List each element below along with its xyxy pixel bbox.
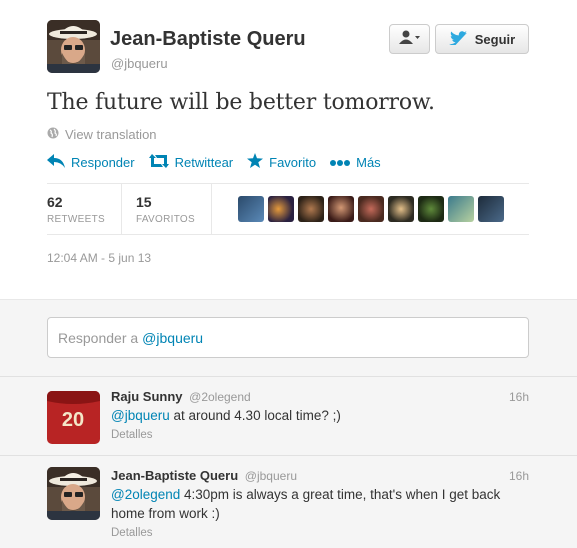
details-link[interactable]: Detalles bbox=[111, 527, 153, 539]
reply-item[interactable]: 20 Raju Sunny @2olegend 16h @jbqueru at … bbox=[0, 376, 577, 455]
reply-author[interactable]: Jean-Baptiste Queru @jbqueru bbox=[111, 468, 297, 483]
user-icon bbox=[398, 30, 421, 49]
tweet-actions: Responder Retwittear Favorito Más bbox=[47, 153, 395, 171]
avatar[interactable]: 20 bbox=[47, 391, 100, 444]
retweet-label: Retwittear bbox=[174, 154, 234, 170]
divider bbox=[47, 234, 529, 235]
reply-icon bbox=[47, 153, 65, 171]
favorite-label: Favorito bbox=[269, 154, 317, 170]
reply-text: @2olegend 4:30pm is always a great time,… bbox=[111, 485, 531, 523]
follow-label: Seguir bbox=[474, 31, 516, 47]
tweet-text: The future will be better tomorrow. bbox=[47, 90, 435, 115]
favorites-count: 15 bbox=[135, 193, 152, 210]
follow-button[interactable]: Seguir bbox=[435, 24, 529, 54]
reply-button[interactable]: Responder bbox=[47, 153, 135, 171]
reply-author-fullname: Jean-Baptiste Queru bbox=[111, 468, 239, 483]
reply-item[interactable]: Jean-Baptiste Queru @jbqueru 16h @2olege… bbox=[0, 455, 577, 548]
favoriter-avatar[interactable] bbox=[417, 196, 444, 222]
jersey-number: 20 bbox=[62, 409, 84, 431]
star-icon bbox=[247, 153, 264, 171]
tweet-stats: 62 RETWEETS 15 FAVORITOS bbox=[47, 184, 529, 234]
reply-time[interactable]: 16h bbox=[509, 390, 529, 404]
favoriter-avatar[interactable] bbox=[387, 196, 414, 222]
retweets-label: RETWEETS bbox=[47, 213, 105, 225]
reply-label: Responder bbox=[71, 154, 135, 170]
more-dots-icon bbox=[330, 155, 351, 170]
author-fullname[interactable]: Jean-Baptiste Queru bbox=[110, 28, 306, 51]
reply-mention[interactable]: @2olegend bbox=[111, 487, 180, 502]
view-translation-link[interactable]: View translation bbox=[47, 127, 157, 142]
tweet-timestamp[interactable]: 12:04 AM - 5 jun 13 bbox=[47, 251, 151, 265]
reply-input-mention: @jbqueru bbox=[142, 329, 204, 346]
globe-icon bbox=[47, 127, 59, 142]
reply-input-placeholder: Responder a bbox=[58, 329, 139, 346]
favoriters-avatars bbox=[237, 196, 504, 222]
reply-body: at around 4.30 local time? ;) bbox=[169, 408, 341, 423]
favoriter-avatar[interactable] bbox=[477, 196, 504, 222]
favorites-label: FAVORITOS bbox=[135, 213, 195, 225]
favoriter-avatar[interactable] bbox=[237, 196, 264, 222]
twitter-bird-icon bbox=[448, 30, 467, 48]
more-button[interactable]: Más bbox=[330, 155, 381, 170]
favoriter-avatar[interactable] bbox=[327, 196, 354, 222]
details-link[interactable]: Detalles bbox=[111, 429, 153, 441]
retweet-icon bbox=[148, 153, 169, 171]
author-username[interactable]: @jbqueru bbox=[111, 56, 168, 71]
retweets-count: 62 bbox=[47, 193, 63, 210]
reply-author-fullname: Raju Sunny bbox=[111, 389, 183, 404]
favoriter-avatar[interactable] bbox=[297, 196, 324, 222]
favorite-button[interactable]: Favorito bbox=[247, 153, 316, 171]
view-translation-label: View translation bbox=[65, 127, 157, 142]
favoriter-avatar[interactable] bbox=[357, 196, 384, 222]
reply-author-username: @2olegend bbox=[189, 390, 251, 404]
avatar[interactable] bbox=[47, 467, 100, 520]
reply-author-username: @jbqueru bbox=[244, 469, 297, 483]
reply-text: @jbqueru at around 4.30 local time? ;) bbox=[111, 406, 531, 425]
favorites-stat[interactable]: 15 FAVORITOS bbox=[136, 184, 212, 234]
avatar[interactable] bbox=[47, 20, 100, 73]
more-label: Más bbox=[356, 154, 381, 170]
reply-mention[interactable]: @jbqueru bbox=[111, 408, 170, 423]
user-actions-button[interactable] bbox=[389, 24, 430, 54]
reply-author[interactable]: Raju Sunny @2olegend bbox=[111, 389, 251, 404]
tweet-detail: Jean-Baptiste Queru @jbqueru Seguir The … bbox=[0, 0, 577, 300]
favoriter-avatar[interactable] bbox=[447, 196, 474, 222]
retweets-stat[interactable]: 62 RETWEETS bbox=[47, 184, 122, 234]
reply-input[interactable]: Responder a @jbqueru bbox=[47, 317, 529, 358]
retweet-button[interactable]: Retwittear bbox=[148, 153, 234, 171]
reply-time[interactable]: 16h bbox=[509, 469, 529, 483]
replies-section: Responder a @jbqueru 20 Raju Sunny @2ole… bbox=[0, 300, 577, 548]
favoriter-avatar[interactable] bbox=[267, 196, 294, 222]
